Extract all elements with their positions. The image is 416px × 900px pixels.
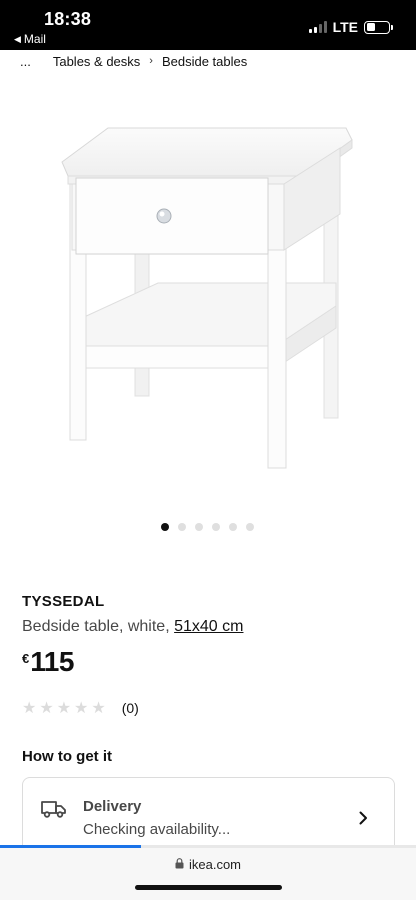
truck-icon xyxy=(41,800,67,823)
product-description-text: Bedside table, white, xyxy=(22,618,170,635)
chevron-right-icon: › xyxy=(149,55,153,67)
breadcrumb-ellipsis[interactable]: ... xyxy=(20,54,31,69)
network-type: LTE xyxy=(332,19,358,35)
status-indicators: LTE xyxy=(308,19,393,35)
product-image[interactable] xyxy=(40,118,376,478)
home-indicator[interactable] xyxy=(135,885,282,890)
carousel-dot[interactable] xyxy=(195,523,203,531)
product-price: € 115 xyxy=(22,646,74,678)
delivery-status: Checking availability... xyxy=(83,821,231,838)
url-row[interactable]: ikea.com xyxy=(0,857,416,872)
star-icon: ★ xyxy=(22,700,37,717)
price-value: 115 xyxy=(30,646,74,677)
image-carousel-dots xyxy=(0,523,416,531)
carousel-dot[interactable] xyxy=(246,523,254,531)
star-icon: ★ xyxy=(56,700,72,717)
product-description: Bedside table, white, 51x40 cm xyxy=(22,618,243,636)
price-currency: € xyxy=(22,651,30,666)
status-bar: 18:38 ◀ Mail LTE xyxy=(0,0,416,50)
rating-stars: ★ ★ ★ ★ ★ xyxy=(22,698,106,718)
rating-count: (0) xyxy=(121,700,139,716)
delivery-title: Delivery xyxy=(83,798,142,815)
carousel-dot[interactable] xyxy=(161,523,169,531)
browser-address-bar[interactable]: ikea.com xyxy=(0,848,416,900)
battery-icon xyxy=(364,20,393,34)
signal-icon xyxy=(308,21,327,33)
star-icon: ★ xyxy=(91,700,106,717)
breadcrumb-item-bedside-tables[interactable]: Bedside tables xyxy=(162,54,247,69)
star-icon: ★ xyxy=(74,700,89,717)
breadcrumb-item-tables-desks[interactable]: Tables & desks xyxy=(53,54,140,69)
product-size-link[interactable]: 51x40 cm xyxy=(174,618,243,635)
star-icon: ★ xyxy=(39,700,54,717)
how-to-get-it-heading: How to get it xyxy=(22,748,112,765)
chevron-right-icon xyxy=(359,811,368,830)
carousel-dot[interactable] xyxy=(229,523,237,531)
back-arrow-icon: ◀ xyxy=(14,33,21,44)
lock-icon xyxy=(175,857,184,872)
carousel-dot[interactable] xyxy=(212,523,220,531)
status-time: 18:38 xyxy=(44,9,92,29)
breadcrumb: ... Tables & desks › Bedside tables xyxy=(20,52,247,70)
product-name: TYSSEDAL xyxy=(22,593,105,610)
back-label: Mail xyxy=(23,32,46,46)
url-text: ikea.com xyxy=(188,857,242,872)
carousel-dot[interactable] xyxy=(178,523,186,531)
back-to-mail-button[interactable]: ◀ Mail xyxy=(14,32,46,46)
product-rating[interactable]: ★ ★ ★ ★ ★ (0) xyxy=(22,698,139,718)
